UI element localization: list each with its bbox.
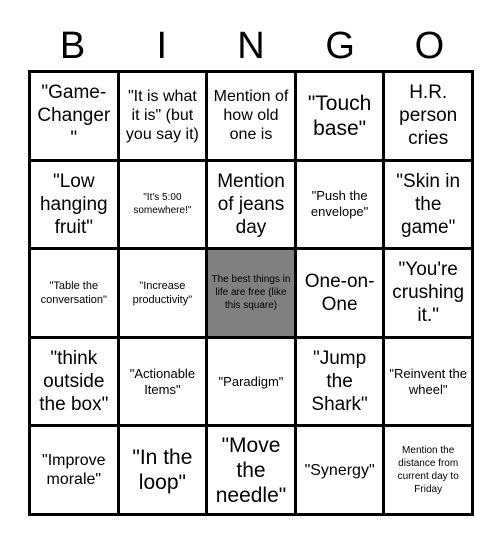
bingo-cell[interactable]: "Touch base" — [296, 73, 386, 162]
bingo-cell-label: "Skin in the game" — [396, 170, 461, 238]
bingo-cell[interactable]: Mention the distance from current day to… — [385, 427, 474, 516]
bingo-cell[interactable]: "Reinvent the wheel" — [385, 338, 474, 428]
bingo-cell[interactable]: "It's 5:00 somewhere!" — [119, 161, 209, 251]
bingo-cell-label: "It is what it is" (but you say it) — [125, 88, 199, 144]
bingo-cell-label: "think outside the box" — [39, 348, 109, 416]
bingo-cell[interactable]: "Increase productivity" — [119, 250, 209, 339]
bingo-cell[interactable]: "Skin in the game" — [385, 161, 474, 251]
bingo-cell[interactable]: "It is what it is" (but you say it) — [119, 73, 209, 162]
bingo-cell-label: "Synergy" — [304, 461, 375, 479]
header-letter-b: B — [59, 25, 86, 67]
bingo-cell-label: Mention of how old one is — [213, 88, 289, 144]
bingo-cell-label: "Low hanging fruit" — [39, 170, 108, 238]
bingo-cell-label: "Push the envelope" — [310, 188, 369, 220]
bingo-cell-label: H.R. person cries — [399, 82, 458, 150]
bingo-cell[interactable]: "Move the needle" — [208, 427, 297, 516]
bingo-cell[interactable]: "Game-Changer" — [31, 73, 120, 162]
bingo-cell[interactable]: "Low hanging fruit" — [31, 161, 120, 251]
bingo-cell[interactable]: Mention of jeans day — [208, 161, 297, 251]
bingo-cell[interactable]: "Jump the Shark" — [296, 338, 386, 428]
bingo-card: B I N G O "Game-Changer" "It is what it i… — [0, 0, 501, 544]
bingo-cell-label: Mention the distance from current day to… — [397, 445, 459, 496]
bingo-cell-label: "You're crushing it." — [392, 259, 465, 327]
bingo-cell-label: "Table the conversation" — [40, 279, 107, 306]
bingo-cell-label: "Actionable Items" — [129, 365, 196, 397]
bingo-cell[interactable]: One-on-One — [296, 250, 386, 339]
bingo-cell-label: "Increase productivity" — [132, 279, 193, 306]
bingo-cell-label: "Paradigm" — [218, 373, 284, 389]
bingo-cell-label: The best things in life are free (like t… — [211, 274, 291, 312]
bingo-cell[interactable]: "Actionable Items" — [119, 338, 209, 428]
header-letter-n: N — [237, 25, 265, 67]
bingo-grid: "Game-Changer" "It is what it is" (but yo… — [28, 70, 474, 516]
bingo-cell-label: "Move the needle" — [215, 433, 287, 507]
bingo-cell[interactable]: "Paradigm" — [208, 338, 297, 428]
bingo-cell-label: Mention of jeans day — [217, 170, 285, 238]
bingo-cell-label: "Jump the Shark" — [311, 348, 368, 416]
bingo-cell-label: One-on-One — [304, 270, 375, 315]
bingo-cell[interactable]: "think outside the box" — [31, 338, 120, 428]
bingo-cell[interactable]: "You're crushing it." — [385, 250, 474, 339]
bingo-cell-label: "It's 5:00 somewhere!" — [133, 192, 192, 217]
bingo-cell[interactable]: "Table the conversation" — [31, 250, 120, 339]
header-letter-g: G — [325, 25, 355, 67]
bingo-cell[interactable]: "In the loop" — [119, 427, 209, 516]
bingo-cell-label: "Game-Changer" — [37, 82, 111, 150]
bingo-cell-free-space[interactable]: The best things in life are free (like t… — [208, 250, 297, 339]
bingo-cell[interactable]: "Improve morale" — [31, 427, 120, 516]
header-letter-o: O — [414, 25, 445, 67]
header-letter-i: I — [156, 25, 168, 67]
bingo-cell[interactable]: "Synergy" — [296, 427, 386, 516]
bingo-cell-label: "In the loop" — [132, 446, 193, 495]
bingo-cell[interactable]: Mention of how old one is — [208, 73, 297, 162]
bingo-cell[interactable]: "Push the envelope" — [296, 161, 386, 251]
bingo-cell-label: "Reinvent the wheel" — [389, 365, 467, 397]
bingo-cell-label: "Improve morale" — [42, 452, 106, 489]
bingo-header-row: B I N G O — [28, 22, 474, 70]
bingo-cell-label: "Touch base" — [307, 91, 372, 140]
bingo-cell[interactable]: H.R. person cries — [385, 73, 474, 162]
